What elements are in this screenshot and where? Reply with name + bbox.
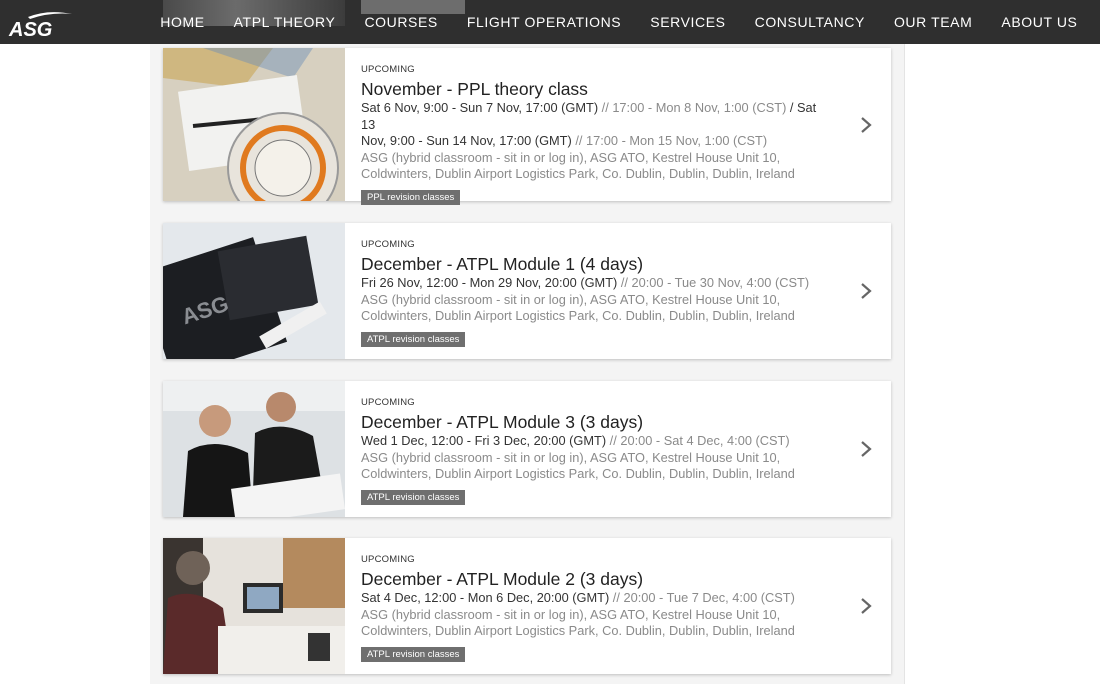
event-dates-main: Sat 6 Nov, 9:00 - Sun 7 Nov, 17:00 (GMT) [361, 100, 599, 115]
nav-services[interactable]: SERVICES [636, 0, 740, 44]
event-card[interactable]: ASG UPCOMING December - ATPL Module 1 (4… [163, 223, 891, 359]
event-title[interactable]: December - ATPL Module 2 (3 days) [361, 568, 831, 590]
event-dates-main: Sat 4 Dec, 12:00 - Mon 6 Dec, 20:00 (GMT… [361, 590, 610, 605]
venue-line-1: ASG (hybrid classroom - sit in or log in… [361, 291, 781, 307]
event-dates: Fri 26 Nov, 12:00 - Mon 29 Nov, 20:00 (G… [361, 275, 831, 292]
event-dates: Sat 6 Nov, 9:00 - Sun 7 Nov, 17:00 (GMT)… [361, 100, 831, 150]
event-dates: Sat 4 Dec, 12:00 - Mon 6 Dec, 20:00 (GMT… [361, 590, 831, 607]
event-details: UPCOMING December - ATPL Module 3 (3 day… [345, 381, 891, 517]
event-dates-alt: // 20:00 - Sat 4 Dec, 4:00 (CST) [606, 433, 790, 448]
event-dates-alt: // 20:00 - Tue 30 Nov, 4:00 (CST) [617, 275, 810, 290]
event-dates-alt: // 17:00 - Mon 8 Nov, 1:00 (CST) [598, 100, 787, 115]
event-status: UPCOMING [361, 397, 415, 408]
nav-consultancy[interactable]: CONSULTANCY [740, 0, 879, 44]
instructors-image [163, 381, 345, 517]
event-venue: ASG (hybrid classroom - sit in or log in… [361, 607, 831, 640]
event-title[interactable]: November - PPL theory class [361, 78, 831, 100]
event-card[interactable]: UPCOMING November - PPL theory class Sat… [163, 48, 891, 205]
event-dates-main: Wed 1 Dec, 12:00 - Fri 3 Dec, 20:00 (GMT… [361, 433, 607, 448]
event-thumbnail[interactable] [163, 538, 345, 674]
flight-computer-image [163, 48, 345, 201]
event-title[interactable]: December - ATPL Module 1 (4 days) [361, 253, 831, 275]
chevron-right-icon[interactable] [859, 596, 873, 616]
event-thumbnail[interactable]: ASG [163, 223, 345, 359]
venue-line-1: ASG (hybrid classroom - sit in or log in… [361, 449, 781, 465]
event-card[interactable]: UPCOMING December - ATPL Module 3 (3 day… [163, 381, 891, 517]
nav-our-team[interactable]: OUR TEAM [879, 0, 986, 44]
event-category-tag[interactable]: ATPL revision classes [361, 646, 466, 662]
event-dates-alt-2: // 17:00 - Mon 15 Nov, 1:00 (CST) [571, 133, 768, 148]
chevron-right-icon[interactable] [859, 439, 873, 459]
logo-text: ASG [8, 19, 52, 38]
chevron-right-icon[interactable] [859, 281, 873, 301]
nav-atpl-theory[interactable]: ATPL THEORY [219, 0, 350, 44]
event-category-tag[interactable]: ATPL revision classes [361, 331, 466, 347]
event-details: UPCOMING December - ATPL Module 2 (3 day… [345, 538, 891, 674]
asg-notebook-image: ASG [163, 223, 345, 359]
event-category-tag[interactable]: PPL revision classes [361, 189, 461, 205]
content-divider [904, 44, 905, 684]
event-card[interactable]: UPCOMING December - ATPL Module 2 (3 day… [163, 538, 891, 674]
event-venue: ASG (hybrid classroom - sit in or log in… [361, 450, 831, 483]
top-navbar: ASG HOME ATPL THEORY COURSES FLIGHT OPER… [0, 0, 1100, 44]
event-thumbnail[interactable] [163, 48, 345, 201]
venue-line-2: Coldwinters, Dublin Airport Logistics Pa… [361, 166, 795, 181]
nav-about-us[interactable]: ABOUT US [987, 0, 1092, 44]
asg-logo[interactable]: ASG [8, 10, 74, 38]
event-thumbnail[interactable] [163, 381, 345, 517]
event-dates: Wed 1 Dec, 12:00 - Fri 3 Dec, 20:00 (GMT… [361, 433, 831, 450]
event-dates-main-2: Nov, 9:00 - Sun 14 Nov, 17:00 (GMT) [361, 133, 572, 148]
student-studying-image [163, 538, 345, 674]
event-status: UPCOMING [361, 239, 415, 250]
nav-flight-operations[interactable]: FLIGHT OPERATIONS [452, 0, 635, 44]
event-dates-alt: // 20:00 - Tue 7 Dec, 4:00 (CST) [609, 590, 795, 605]
chevron-right-icon[interactable] [859, 115, 873, 135]
event-details: UPCOMING December - ATPL Module 1 (4 day… [345, 223, 891, 359]
event-dates-main: Fri 26 Nov, 12:00 - Mon 29 Nov, 20:00 (G… [361, 275, 618, 290]
event-category-tag[interactable]: ATPL revision classes [361, 489, 466, 505]
venue-line-2: Coldwinters, Dublin Airport Logistics Pa… [361, 308, 795, 323]
venue-line-2: Coldwinters, Dublin Airport Logistics Pa… [361, 623, 795, 638]
nav-home[interactable]: HOME [146, 0, 219, 44]
event-venue: ASG (hybrid classroom - sit in or log in… [361, 292, 831, 325]
main-navigation: HOME ATPL THEORY COURSES FLIGHT OPERATIO… [146, 0, 1100, 44]
event-details: UPCOMING November - PPL theory class Sat… [345, 48, 891, 205]
asg-logo-mark: ASG [8, 12, 72, 38]
venue-line-2: Coldwinters, Dublin Airport Logistics Pa… [361, 466, 795, 481]
event-venue: ASG (hybrid classroom - sit in or log in… [361, 150, 831, 183]
event-status: UPCOMING [361, 64, 415, 75]
nav-courses[interactable]: COURSES [350, 0, 452, 44]
venue-line-1: ASG (hybrid classroom - sit in or log in… [361, 149, 781, 165]
event-title[interactable]: December - ATPL Module 3 (3 days) [361, 411, 831, 433]
event-status: UPCOMING [361, 554, 415, 565]
venue-line-1: ASG (hybrid classroom - sit in or log in… [361, 606, 781, 622]
